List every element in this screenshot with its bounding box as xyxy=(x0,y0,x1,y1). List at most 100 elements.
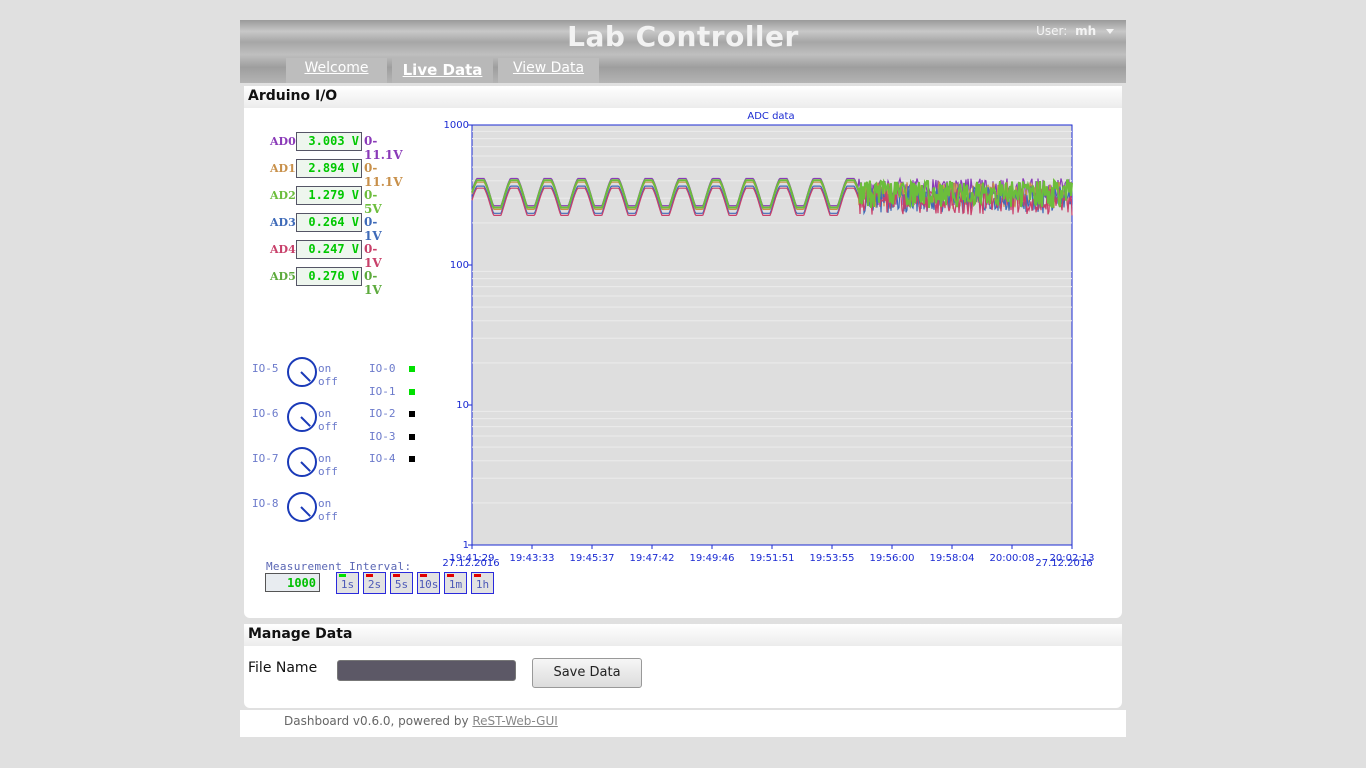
knob-needle xyxy=(300,416,311,427)
panel-title: Arduino I/O xyxy=(244,86,1122,108)
adc-range: 0-11.1V xyxy=(364,161,403,189)
interval-button-5s[interactable]: 5s xyxy=(390,572,413,594)
adc-range: 0-5V xyxy=(364,188,382,216)
knob-io-6[interactable] xyxy=(287,402,317,432)
adc-value: 2.894 V xyxy=(296,159,362,178)
knob-off-label: off xyxy=(318,375,338,388)
adc-value: 0.270 V xyxy=(296,267,362,286)
interval-button-2s[interactable]: 2s xyxy=(363,572,386,594)
footer-link[interactable]: ReST-Web-GUI xyxy=(472,714,557,728)
interval-indicator xyxy=(447,574,454,577)
adc-value: 0.264 V xyxy=(296,213,362,232)
header: Lab Controller User: mh Welcome Live Dat… xyxy=(240,20,1126,83)
x-tick-label: 19:47:42 xyxy=(630,553,675,564)
knob-on-label: on xyxy=(318,362,332,375)
adc-name: AD1 xyxy=(270,162,296,175)
file-name-label: File Name xyxy=(248,660,318,676)
footer: Dashboard v0.6.0, powered by ReST-Web-GU… xyxy=(240,710,1126,737)
knob-label: IO-8 xyxy=(252,497,279,510)
footer-text: Dashboard v0.6.0, powered by xyxy=(284,714,473,728)
digital-io-label: IO-4 xyxy=(369,452,396,465)
interval-button-1m[interactable]: 1m xyxy=(444,572,467,594)
adc-range: 0-11.1V xyxy=(364,134,403,162)
interval-indicator xyxy=(420,574,427,577)
knob-on-label: on xyxy=(318,497,332,510)
adc-value: 0.247 V xyxy=(296,240,362,259)
knob-on-label: on xyxy=(318,452,332,465)
x-start-date: 27.12.2016 xyxy=(442,558,499,569)
adc-name: AD3 xyxy=(270,216,296,229)
y-tick-label: 100 xyxy=(450,260,469,271)
panel-title: Manage Data xyxy=(244,624,1122,646)
adc-name: AD2 xyxy=(270,189,296,202)
interval-button-label: 1h xyxy=(475,578,490,591)
chart-y-ticks: 1000 100 10 1 xyxy=(444,120,472,551)
led-indicator-io-0 xyxy=(409,366,415,372)
app-title: Lab Controller xyxy=(567,20,799,53)
app-container: Lab Controller User: mh Welcome Live Dat… xyxy=(240,20,1126,737)
arduino-io-panel: Arduino I/O AD0 3.003 V 0-11.1V AD1 2.894 V0… xyxy=(244,86,1122,618)
digital-io-label: IO-3 xyxy=(369,429,396,443)
interval-button-label: 5s xyxy=(394,578,409,591)
y-tick-label: 1000 xyxy=(444,120,469,131)
interval-indicator xyxy=(339,574,346,577)
interval-button-1s[interactable]: 1s xyxy=(336,572,359,594)
x-tick-label: 19:51:51 xyxy=(750,553,795,564)
x-tick-label: 19:49:46 xyxy=(690,553,735,564)
interval-button-label: 1s xyxy=(340,578,355,591)
adc-range: 0-1V xyxy=(364,242,382,270)
y-tick-label: 10 xyxy=(456,400,469,411)
digital-io-label: IO-2 xyxy=(369,407,396,420)
interval-indicator xyxy=(393,574,400,577)
x-tick-label: 19:58:04 xyxy=(930,553,975,564)
chart-x-ticks: 19:41:29 19:43:33 19:45:37 19:47:42 19:49:46… xyxy=(450,545,1094,564)
knob-off-label: off xyxy=(318,465,338,478)
interval-button-1h[interactable]: 1h xyxy=(471,572,494,594)
x-end-date: 27.12.2016 xyxy=(1035,558,1092,569)
interval-indicator xyxy=(366,574,373,577)
knob-io-5[interactable] xyxy=(287,357,317,387)
led-indicator-io-3 xyxy=(409,433,415,440)
adc-name: AD4 xyxy=(270,243,296,256)
user-label: User: xyxy=(1036,24,1068,38)
save-data-button[interactable]: Save Data xyxy=(532,658,642,688)
led-indicator-io-2 xyxy=(409,411,415,417)
knob-label: IO-6 xyxy=(252,407,279,420)
knob-io-7[interactable] xyxy=(287,447,317,477)
adc-value: 1.279 V xyxy=(296,186,362,205)
tab-welcome[interactable]: Welcome xyxy=(286,58,387,83)
file-name-input[interactable] xyxy=(337,660,516,681)
adc-name: AD0 xyxy=(270,135,296,148)
led-indicator-io-1 xyxy=(409,388,415,395)
x-tick-label: 19:53:55 xyxy=(810,553,855,564)
interval-button-10s[interactable]: 10s xyxy=(417,572,440,594)
x-tick-label: 19:43:33 xyxy=(510,553,555,564)
interval-button-label: 10s xyxy=(418,578,439,591)
adc-value: 3.003 V xyxy=(296,132,362,151)
tab-live-data[interactable]: Live Data xyxy=(392,58,493,83)
knob-off-label: off xyxy=(318,420,338,433)
chevron-down-icon[interactable] xyxy=(1106,29,1114,34)
x-tick-label: 20:00:08 xyxy=(990,553,1035,564)
tab-view-data[interactable]: View Data xyxy=(498,58,599,83)
knob-needle xyxy=(300,461,311,472)
adc-range: 0-1V xyxy=(364,269,382,297)
user-name[interactable]: mh xyxy=(1075,24,1096,38)
knob-io-8[interactable] xyxy=(287,492,317,522)
interval-button-label: 1m xyxy=(448,578,463,591)
adc-name: AD5 xyxy=(270,270,296,283)
adc-range: 0-1V xyxy=(364,215,382,243)
measurement-interval-input[interactable]: 1000 xyxy=(265,573,320,592)
interval-indicator xyxy=(474,574,481,577)
interval-button-label: 2s xyxy=(367,578,382,591)
knob-label: IO-5 xyxy=(252,362,279,375)
led-indicator-io-4 xyxy=(409,456,415,462)
adc-chart: ADC data 1000100101 19:41:29 19:43:33 19:4… xyxy=(442,111,1094,569)
digital-io-label: IO-1 xyxy=(369,384,396,398)
knob-on-label: on xyxy=(318,407,332,420)
knob-needle xyxy=(300,506,311,517)
manage-data-panel: Manage Data File Name Save Data xyxy=(244,624,1122,708)
user-menu[interactable]: User: mh xyxy=(1036,24,1114,38)
x-tick-label: 19:56:00 xyxy=(870,553,915,564)
knob-off-label: off xyxy=(318,510,338,523)
